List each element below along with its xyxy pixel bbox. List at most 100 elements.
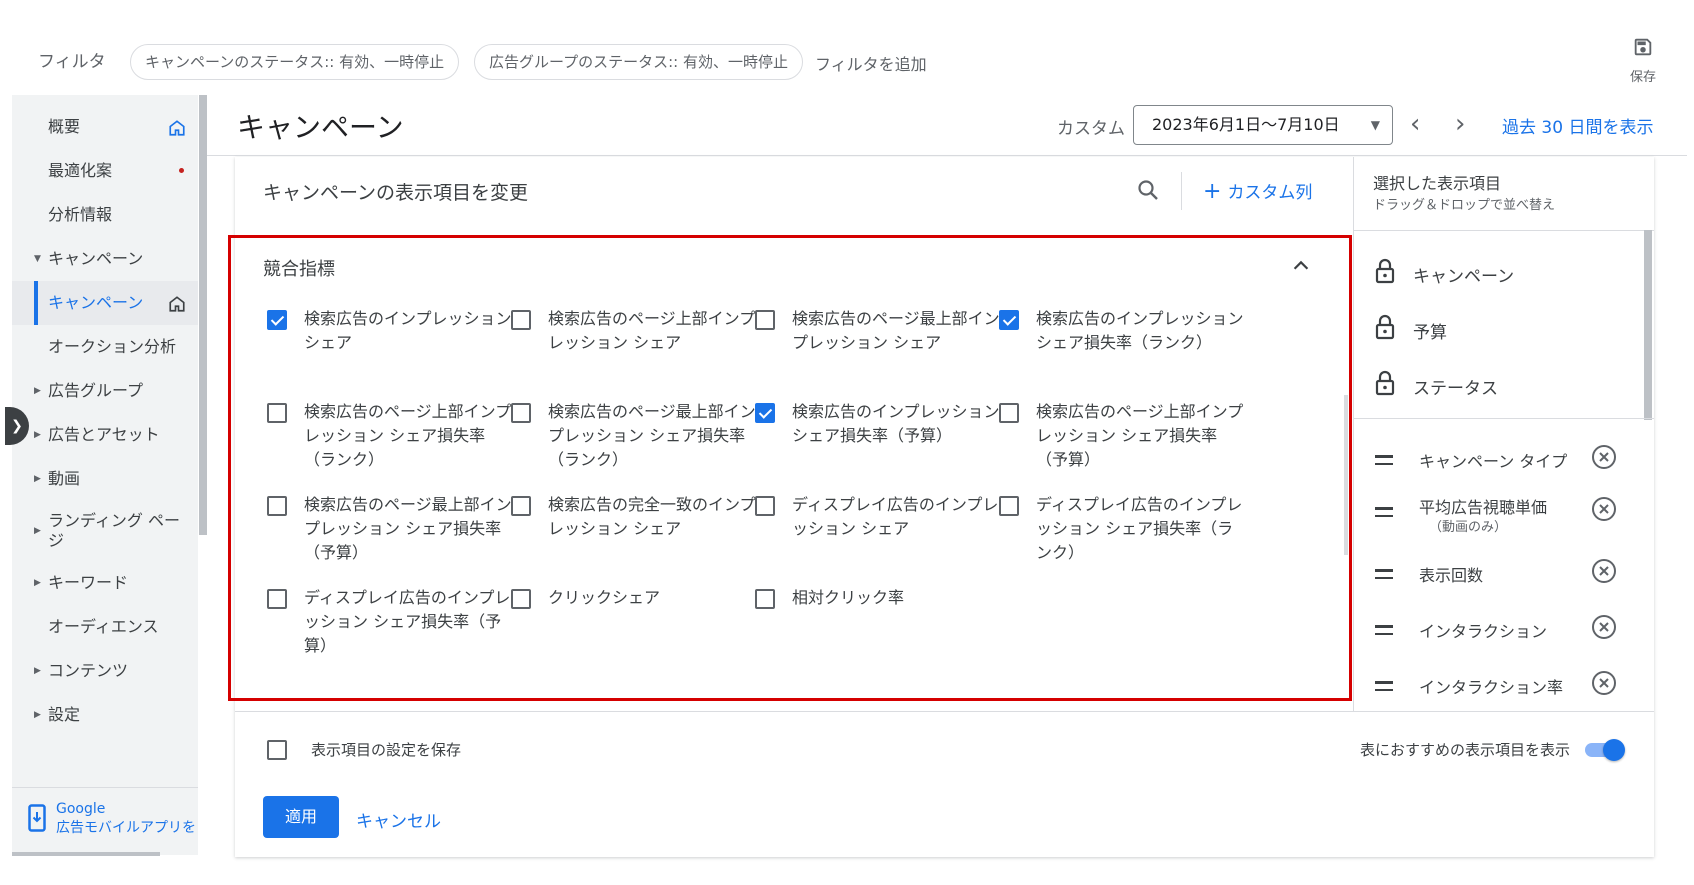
caret-right-icon: ▶ [34, 386, 41, 396]
divider [12, 787, 198, 788]
panel-title: キャンペーンの表示項目を変更 [263, 182, 529, 204]
recommend-columns-label: 表におすすめの表示項目を表示 [1360, 741, 1571, 759]
save-settings-checkbox[interactable] [267, 740, 287, 760]
selected-column-label: 平均広告視聴単価 [1419, 498, 1548, 517]
remove-circle-icon[interactable] [1591, 496, 1617, 522]
divider [1353, 230, 1654, 231]
nav-item-campaigns[interactable]: キャンペーン [12, 281, 198, 325]
drag-handle-icon[interactable] [1375, 455, 1393, 470]
nav-label: 広告グループ [48, 381, 144, 400]
save-button[interactable]: 保存 [1618, 36, 1668, 85]
nav-item-landing-pages[interactable]: ▶ ランディング ページ [12, 501, 198, 561]
chevron-right-icon: › [1455, 109, 1466, 139]
locked-column: ステータス [1373, 368, 1633, 408]
drag-handle-icon[interactable] [1375, 681, 1393, 696]
selected-columns-scrollbar[interactable] [1644, 230, 1652, 420]
drag-handle-icon[interactable] [1375, 625, 1393, 640]
locked-column: キャンペーン [1373, 256, 1633, 296]
mobile-app-line1: Google [56, 801, 106, 817]
alert-dot-icon [179, 168, 184, 173]
nav-item-videos[interactable]: ▶ 動画 [12, 457, 198, 501]
filter-chip-campaign-status[interactable]: キャンペーンのステータス:: 有効、一時停止 [130, 44, 460, 80]
mobile-app-line2: 広告モバイルアプリを [56, 820, 196, 836]
last-30-days-link[interactable]: 過去 30 日間を表示 [1502, 113, 1653, 138]
nav-label: オークション分析 [48, 337, 177, 356]
nav-label: ランディング ページ [48, 511, 180, 550]
previous-period-button[interactable]: ‹ [1410, 110, 1420, 138]
nav-item-ad-groups[interactable]: ▶ 広告グループ [12, 369, 198, 413]
nav-label: オーディエンス [48, 617, 159, 636]
caret-right-icon: ▶ [34, 526, 41, 536]
remove-circle-icon[interactable] [1591, 670, 1617, 696]
search-icon [1138, 180, 1158, 200]
nav-label: 動画 [48, 469, 81, 488]
nav-item-content[interactable]: ▶ コンテンツ [12, 649, 198, 693]
locked-column-label: 予算 [1413, 323, 1447, 343]
nav-label: 概要 [48, 117, 81, 136]
divider [1181, 172, 1182, 210]
add-filter-button[interactable]: フィルタを追加 [815, 51, 927, 75]
divider [1353, 418, 1654, 419]
selected-column-label: 表示回数 [1419, 566, 1484, 585]
search-button[interactable] [1136, 178, 1160, 206]
nav-item-recommendations[interactable]: 最適化案 [12, 149, 198, 193]
sidenav-scrollbar[interactable] [199, 95, 207, 535]
chevron-right-icon: ❯ [11, 418, 23, 434]
nav-item-campaigns-group[interactable]: ▼ キャンペーン [12, 237, 198, 281]
locked-column-label: キャンペーン [1413, 267, 1515, 287]
nav-label: 設定 [48, 705, 81, 724]
apply-button[interactable]: 適用 [263, 796, 339, 838]
nav-item-ads-assets[interactable]: ▶ 広告とアセット [12, 413, 198, 457]
nav-label: コンテンツ [48, 661, 129, 680]
selected-column-label: インタラクション率 [1419, 678, 1564, 697]
home-icon [169, 296, 185, 312]
date-range-select[interactable]: 2023年6月1日〜7月10日 ▼ [1133, 105, 1393, 145]
lock-icon [1375, 370, 1395, 396]
save-label: 保存 [1629, 70, 1656, 85]
selected-columns-subtitle: ドラッグ＆ドロップで並べ替え [1373, 198, 1556, 213]
lock-icon [1375, 258, 1395, 284]
nav-item-settings[interactable]: ▶ 設定 [12, 693, 198, 737]
next-period-button[interactable]: › [1455, 110, 1465, 138]
nav-label: 分析情報 [48, 205, 113, 224]
selected-column-item[interactable]: キャンペーン タイプ [1373, 442, 1623, 492]
nav-label: キャンペーン [48, 249, 144, 268]
lock-icon [1375, 314, 1395, 340]
nav-item-auction-insights[interactable]: オークション分析 [12, 325, 198, 369]
custom-column-button[interactable]: + カスタム列 [1203, 178, 1312, 204]
highlight-box [228, 235, 1352, 701]
nav-label: 広告とアセット [48, 425, 160, 444]
date-range-label: カスタム [1057, 119, 1125, 139]
selected-column-label: キャンペーン タイプ [1419, 452, 1568, 471]
drag-handle-icon[interactable] [1375, 569, 1393, 584]
filter-chip-adgroup-status[interactable]: 広告グループのステータス:: 有効、一時停止 [474, 44, 803, 80]
cancel-button[interactable]: キャンセル [356, 807, 441, 832]
save-icon [1634, 38, 1652, 56]
nav-item-overview[interactable]: 概要 [12, 105, 198, 149]
phone-download-icon [28, 804, 46, 832]
caret-down-icon: ▼ [34, 254, 41, 264]
nav-label: 最適化案 [48, 161, 113, 180]
drag-handle-icon[interactable] [1375, 507, 1393, 522]
recommend-toggle-knob[interactable] [1603, 739, 1625, 761]
filter-label: フィルタ [38, 52, 106, 72]
caret-right-icon: ▶ [34, 578, 41, 588]
save-settings-label: 表示項目の設定を保存 [311, 741, 462, 759]
selected-column-item[interactable]: 平均広告視聴単価 （動画のみ） [1373, 494, 1623, 544]
custom-column-label: カスタム列 [1227, 183, 1313, 203]
horizontal-scrollbar[interactable] [12, 852, 160, 856]
selected-column-item[interactable]: インタラクション [1373, 612, 1623, 662]
nav-item-audiences[interactable]: オーディエンス [12, 605, 198, 649]
selected-column-label: インタラクション [1419, 622, 1548, 641]
remove-circle-icon[interactable] [1591, 444, 1617, 470]
page-title: キャンペーン [237, 111, 404, 144]
mobile-app-promo[interactable]: Google 広告モバイルアプリを [22, 798, 198, 842]
selected-column-item[interactable]: 表示回数 [1373, 556, 1623, 606]
nav-label: キャンペーン [48, 293, 144, 312]
remove-circle-icon[interactable] [1591, 614, 1617, 640]
chevron-left-icon: ‹ [1410, 109, 1421, 139]
nav-item-insights[interactable]: 分析情報 [12, 193, 198, 237]
remove-circle-icon[interactable] [1591, 558, 1617, 584]
dropdown-arrow-icon: ▼ [1370, 118, 1380, 132]
nav-item-keywords[interactable]: ▶ キーワード [12, 561, 198, 605]
